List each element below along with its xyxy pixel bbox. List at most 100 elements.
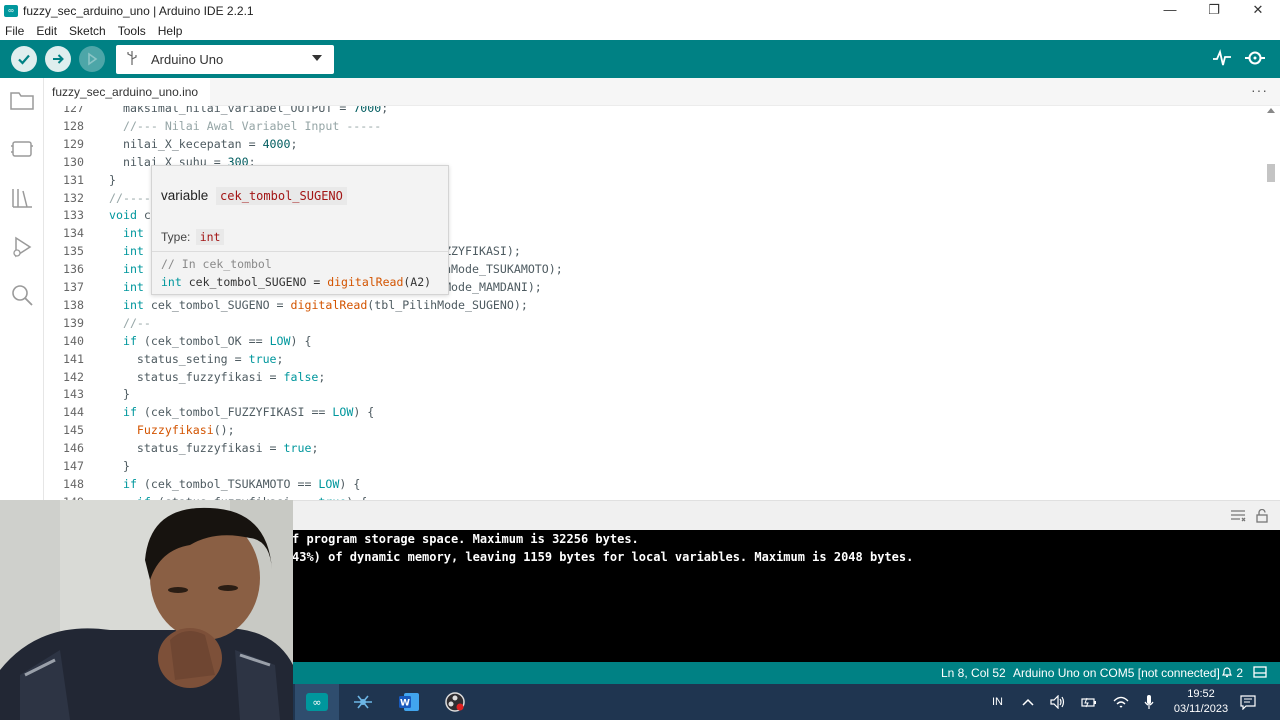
folder-icon[interactable]: [9, 88, 35, 112]
svg-text:W: W: [400, 699, 410, 709]
line-number: 132: [63, 190, 84, 205]
code-text[interactable]: void c: [109, 206, 151, 224]
code-text[interactable]: status_fuzzyfikasi = false;: [109, 368, 326, 386]
code-line[interactable]: 138 int cek_tombol_SUGENO = digitalRead(…: [44, 296, 1264, 314]
language-indicator[interactable]: IN: [992, 684, 1003, 720]
toolbar: Arduino Uno: [0, 40, 1280, 78]
code-line[interactable]: 140 if (cek_tombol_OK == LOW) {: [44, 332, 1264, 350]
wifi-icon[interactable]: [1113, 684, 1129, 720]
code-text[interactable]: maksimal_nilai_variabel_OUTPUT = 7000;: [109, 106, 388, 117]
board-status[interactable]: Arduino Uno on COM5 [not connected]: [1013, 666, 1220, 680]
code-line[interactable]: 148 if (cek_tombol_TSUKAMOTO == LOW) {: [44, 475, 1264, 493]
code-text[interactable]: nilai_X_kecepatan = 4000;: [109, 135, 298, 153]
code-text[interactable]: }: [109, 171, 116, 189]
code-line[interactable]: 141 status_seting = true;: [44, 350, 1264, 368]
upload-button[interactable]: [45, 46, 71, 72]
volume-icon[interactable]: [1050, 684, 1066, 720]
code-line[interactable]: 127 maksimal_nilai_variabel_OUTPUT = 700…: [44, 106, 1264, 117]
tab-bar: fuzzy_sec_arduino_uno.ino ···: [44, 78, 1280, 106]
arduino-app-icon[interactable]: ∞: [295, 684, 339, 720]
bell-icon: [1222, 667, 1232, 678]
library-icon[interactable]: [9, 186, 35, 210]
magnifier-icon: [1245, 51, 1265, 65]
menu-edit[interactable]: Edit: [30, 24, 63, 38]
code-line[interactable]: 142 status_fuzzyfikasi = false;: [44, 368, 1264, 386]
board-selector[interactable]: Arduino Uno: [116, 45, 334, 74]
usb-icon: [127, 51, 141, 68]
menu-help[interactable]: Help: [152, 24, 189, 38]
line-number: 139: [63, 315, 84, 330]
hover-decl-function: digitalRead: [327, 275, 404, 289]
search-icon[interactable]: [9, 283, 35, 307]
word-app-icon[interactable]: W: [387, 684, 431, 720]
network-app-icon[interactable]: [341, 684, 385, 720]
more-icon[interactable]: ···: [1251, 82, 1268, 98]
hover-header: variable cek_tombol_SUGENO: [161, 187, 347, 205]
pulse-icon: [1213, 49, 1231, 66]
code-text[interactable]: if (cek_tombol_TSUKAMOTO == LOW) {: [109, 475, 360, 493]
arduino-logo-icon: ∞: [4, 5, 18, 17]
battery-icon[interactable]: [1081, 684, 1097, 720]
code-line[interactable]: 144 if (cek_tombol_FUZZYFIKASI == LOW) {: [44, 403, 1264, 421]
arrow-right-icon: [53, 54, 64, 64]
chevron-up-icon[interactable]: [1022, 684, 1034, 720]
code-text[interactable]: Fuzzyfikasi();: [109, 421, 235, 439]
notifications-button[interactable]: 2: [1221, 666, 1243, 680]
menu-tools[interactable]: Tools: [112, 24, 152, 38]
scroll-up-icon[interactable]: [1267, 108, 1275, 113]
code-line[interactable]: 145 Fuzzyfikasi();: [44, 421, 1264, 439]
line-number: 144: [63, 405, 84, 420]
code-text[interactable]: }: [109, 385, 130, 403]
serial-plotter-button[interactable]: [1210, 48, 1234, 70]
debug-button[interactable]: [79, 46, 105, 72]
cursor-position[interactable]: Ln 8, Col 52: [941, 666, 1006, 680]
code-line[interactable]: 146 status_fuzzyfikasi = true;: [44, 439, 1264, 457]
verify-button[interactable]: [11, 46, 37, 72]
code-line[interactable]: 129 nilai_X_kecepatan = 4000;: [44, 135, 1264, 153]
code-text[interactable]: //--: [109, 314, 151, 332]
code-text[interactable]: int: [109, 224, 144, 242]
menu-sketch[interactable]: Sketch: [63, 24, 112, 38]
code-text[interactable]: if (status_fuzzyfikasi == true) {: [109, 493, 367, 500]
code-line[interactable]: 128 //--- Nilai Awal Variabel Input ----…: [44, 117, 1264, 135]
line-number: 149: [44, 493, 84, 500]
code-text[interactable]: status_seting = true;: [109, 350, 284, 368]
action-center-icon[interactable]: [1240, 684, 1256, 720]
editor-scrollbar[interactable]: [1266, 106, 1276, 500]
code-text[interactable]: if (cek_tombol_OK == LOW) {: [109, 332, 312, 350]
code-text[interactable]: if (cek_tombol_FUZZYFIKASI == LOW) {: [109, 403, 374, 421]
debug-icon[interactable]: [9, 235, 35, 259]
hover-kind: variable: [161, 188, 209, 203]
minimize-button[interactable]: —: [1148, 0, 1192, 22]
line-number: 131: [63, 172, 84, 187]
restore-button[interactable]: ❐: [1192, 0, 1236, 22]
clear-output-icon[interactable]: [1230, 509, 1246, 523]
code-line[interactable]: 143 }: [44, 385, 1264, 403]
system-clock[interactable]: 19:52 03/11/2023: [1170, 687, 1232, 717]
code-text[interactable]: //----: [109, 189, 151, 207]
code-line[interactable]: 149 if (status_fuzzyfikasi == true) {: [44, 493, 1264, 500]
hover-type: Type: int: [161, 229, 225, 245]
code-line[interactable]: 147 }: [44, 457, 1264, 475]
code-text[interactable]: //--- Nilai Awal Variabel Input -----: [109, 117, 381, 135]
code-text[interactable]: }: [109, 457, 130, 475]
microphone-icon[interactable]: [1143, 684, 1155, 720]
close-button[interactable]: ✕: [1236, 0, 1280, 22]
check-icon: [18, 54, 30, 65]
obs-app-icon[interactable]: [433, 684, 477, 720]
hover-divider: [152, 251, 448, 252]
hover-type-value: int: [195, 229, 225, 245]
menu-file[interactable]: File: [0, 24, 30, 38]
scroll-thumb[interactable]: [1267, 164, 1275, 182]
boards-icon[interactable]: [9, 137, 35, 161]
tab-sketch-file[interactable]: fuzzy_sec_arduino_uno.ino: [44, 78, 211, 106]
panel-toggle-icon[interactable]: [1253, 665, 1267, 682]
lock-icon[interactable]: [1255, 508, 1271, 523]
code-text[interactable]: status_fuzzyfikasi = true;: [109, 439, 319, 457]
line-number: 134: [63, 226, 84, 241]
code-text[interactable]: int cek_tombol_SUGENO = digitalRead(tbl_…: [109, 296, 528, 314]
hover-decl-keyword: int: [161, 275, 182, 289]
line-number: 141: [63, 351, 84, 366]
code-line[interactable]: 139 //--: [44, 314, 1264, 332]
serial-monitor-button[interactable]: [1243, 48, 1267, 70]
